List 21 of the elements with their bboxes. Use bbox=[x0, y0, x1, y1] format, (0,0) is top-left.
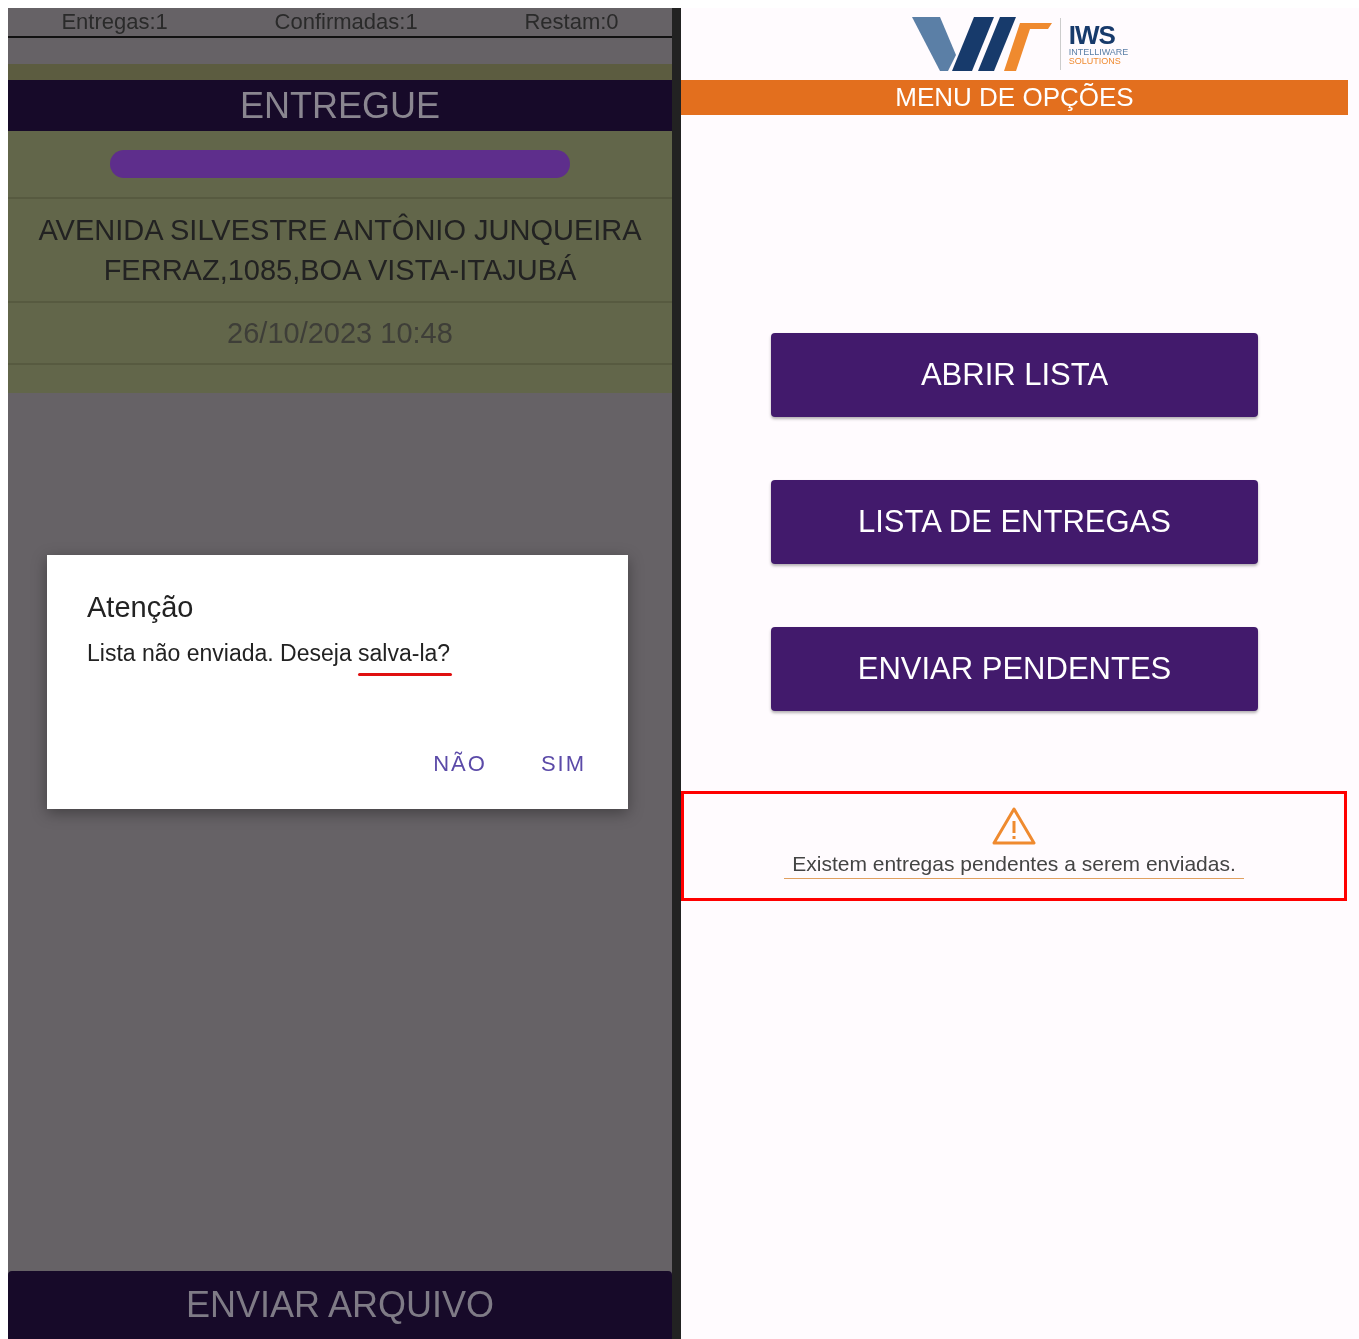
menu-button[interactable]: LISTA DE ENTREGAS bbox=[771, 480, 1258, 564]
menu-button[interactable]: ABRIR LISTA bbox=[771, 333, 1258, 417]
logo-tagline: SOLUTIONS bbox=[1068, 57, 1122, 66]
counter-label: Entregas:1 bbox=[61, 9, 168, 35]
logo-stripes-icon bbox=[911, 15, 1052, 73]
address-line: FERRAZ,1085,BOA VISTA-ITAJUBÁ bbox=[103, 253, 577, 288]
counter-label: Confirmadas:1 bbox=[274, 9, 418, 35]
dialog-button[interactable]: SIM bbox=[528, 747, 598, 781]
logo-tagline: INTELLIWARE bbox=[1068, 48, 1129, 57]
dialog-message: Lista não enviada. Deseja salva-la? bbox=[87, 640, 452, 667]
dialog-title: Atenção bbox=[87, 591, 195, 624]
status-banner: ENTREGUE bbox=[8, 80, 672, 131]
menu-button[interactable]: ENVIAR PENDENTES bbox=[771, 627, 1258, 711]
counter-label: Restam:0 bbox=[524, 9, 619, 35]
menu-header: MENU DE OPÇÕES bbox=[681, 80, 1348, 115]
warning-message: Existem entregas pendentes a serem enviadas. bbox=[784, 852, 1244, 879]
dialog-button[interactable]: NÃO bbox=[421, 747, 499, 781]
send-file-button[interactable]: ENVIAR ARQUIVO bbox=[8, 1271, 672, 1339]
address-line: AVENIDA SILVESTRE ANTÔNIO JUNQUEIRA bbox=[38, 212, 642, 248]
warning-icon bbox=[991, 806, 1037, 846]
logo-name: IWS bbox=[1068, 22, 1115, 48]
